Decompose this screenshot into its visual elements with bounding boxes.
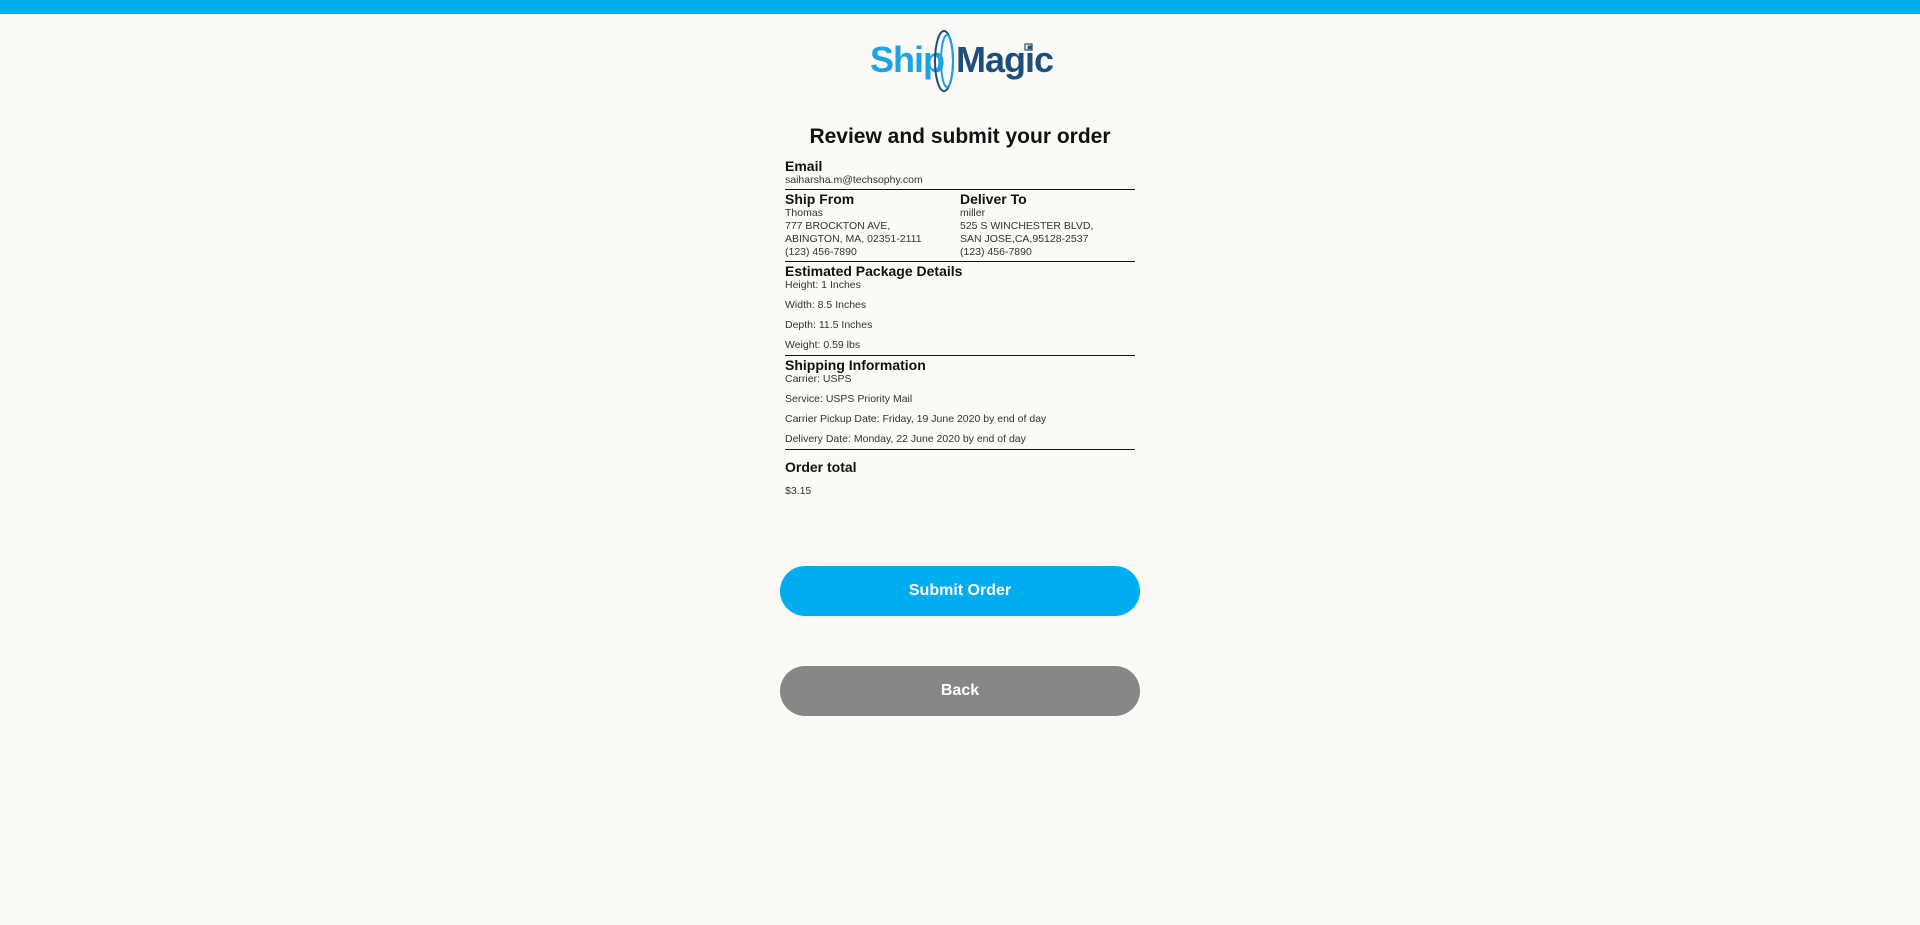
shipping-carrier: Carrier: USPS: [785, 373, 852, 385]
shipping-pickup-date: Carrier Pickup Date: Friday, 19 June 202…: [785, 413, 1047, 425]
shipping-service: Service: USPS Priority Mail: [785, 393, 913, 405]
back-button[interactable]: Back: [780, 666, 1140, 716]
divider: [785, 355, 1135, 356]
shipping-section: Shipping Information Carrier: USPS Servi…: [785, 357, 1135, 446]
package-height: Height: 1 Inches: [785, 279, 861, 291]
order-total-value: $3.15: [785, 485, 812, 497]
logo-box-icon: [1024, 43, 1033, 51]
submit-order-button[interactable]: Submit Order: [780, 566, 1140, 616]
ship-from-block: Ship From Thomas 777 BROCKTON AVE, ABING…: [785, 191, 960, 259]
email-value: saiharsha.m@techsophy.com: [785, 174, 923, 186]
deliver-to-heading: Deliver To: [960, 191, 1027, 207]
order-total-section: Order total $3.15: [785, 459, 1135, 498]
deliver-to-name: miller: [960, 207, 986, 219]
order-review-panel: Review and submit your order Email saiha…: [785, 118, 1135, 498]
deliver-to-block: Deliver To miller 525 S WINCHESTER BLVD,…: [960, 191, 1135, 259]
shipping-heading: Shipping Information: [785, 357, 926, 373]
shipmagic-logo[interactable]: Ship Magic: [866, 26, 1056, 94]
shipping-delivery-date: Delivery Date: Monday, 22 June 2020 by e…: [785, 433, 1026, 445]
package-heading: Estimated Package Details: [785, 263, 963, 279]
address-section: Ship From Thomas 777 BROCKTON AVE, ABING…: [785, 191, 1135, 259]
package-section: Estimated Package Details Height: 1 Inch…: [785, 263, 1135, 352]
package-weight: Weight: 0.59 lbs: [785, 339, 861, 351]
email-section: Email saiharsha.m@techsophy.com: [785, 158, 1135, 187]
divider: [785, 261, 1135, 262]
package-width: Width: 8.5 Inches: [785, 299, 867, 311]
divider: [785, 449, 1135, 450]
page-title: Review and submit your order: [809, 125, 1111, 148]
top-accent-bar: [0, 0, 1920, 14]
ship-from-city: ABINGTON, MA, 02351-2111: [785, 233, 922, 245]
ship-from-name: Thomas: [785, 207, 823, 219]
email-heading: Email: [785, 158, 823, 174]
deliver-to-phone: (123) 456-7890: [960, 246, 1032, 258]
package-depth: Depth: 11.5 Inches: [785, 319, 873, 331]
deliver-to-street: 525 S WINCHESTER BLVD,: [960, 220, 1094, 232]
order-total-heading: Order total: [785, 459, 857, 475]
divider: [785, 189, 1135, 190]
deliver-to-city: SAN JOSE,CA,95128-2537: [960, 233, 1089, 245]
logo-text-magic: Magic: [956, 39, 1054, 80]
ship-from-phone: (123) 456-7890: [785, 246, 857, 258]
ship-from-heading: Ship From: [785, 191, 855, 207]
ship-from-street: 777 BROCKTON AVE,: [785, 220, 891, 232]
